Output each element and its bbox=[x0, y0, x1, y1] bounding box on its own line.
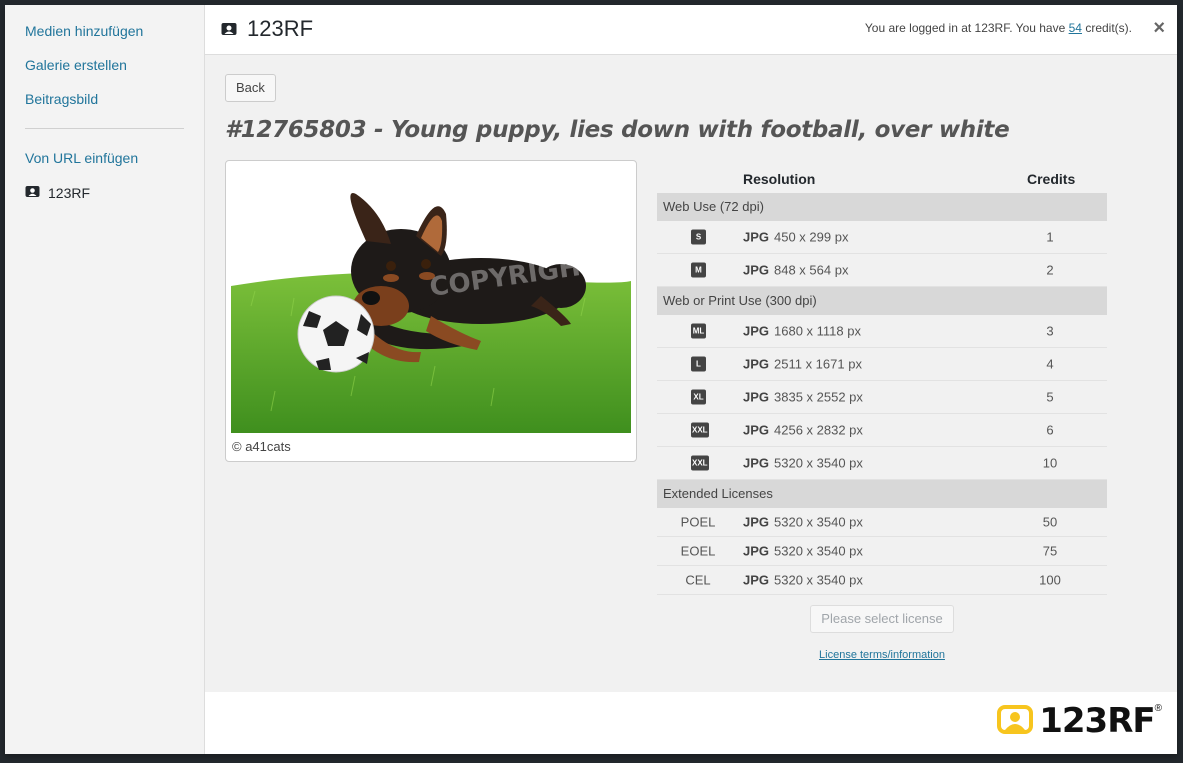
brand-wordmark: 123RF bbox=[1039, 701, 1155, 741]
table-row[interactable]: S JPG 450 x 299 px 1 bbox=[657, 221, 1107, 254]
modal-footer: 123RF ® bbox=[205, 692, 1177, 754]
format: JPG bbox=[743, 422, 770, 438]
table-row[interactable]: XL JPG 3835 x 2552 px 5 bbox=[657, 381, 1107, 414]
license-code: CEL bbox=[685, 572, 711, 588]
back-button[interactable]: Back bbox=[225, 74, 276, 102]
column-credits: Credits bbox=[1027, 171, 1076, 187]
format: JPG bbox=[743, 356, 770, 372]
column-resolution: Resolution bbox=[743, 171, 816, 187]
format: JPG bbox=[743, 514, 770, 530]
page-title: 123RF bbox=[221, 16, 313, 42]
resolution: 848 x 564 px bbox=[774, 262, 849, 278]
format: JPG bbox=[743, 323, 770, 339]
size-badge: S bbox=[691, 229, 706, 245]
credits: 6 bbox=[1046, 422, 1054, 438]
camera-icon bbox=[221, 16, 237, 42]
credits: 75 bbox=[1042, 543, 1058, 559]
table-row[interactable]: ML JPG 1680 x 1118 px 3 bbox=[657, 315, 1107, 348]
credits: 5 bbox=[1046, 389, 1054, 405]
table-header: Resolution Credits bbox=[657, 160, 1107, 193]
image-title: #12765803 - Young puppy, lies down with … bbox=[225, 117, 1010, 143]
table-row[interactable]: EOEL JPG 5320 x 3540 px 75 bbox=[657, 537, 1107, 566]
format: JPG bbox=[743, 543, 770, 559]
resolution: 5320 x 3540 px bbox=[774, 455, 863, 471]
resolution: 5320 x 3540 px bbox=[774, 572, 863, 588]
sidebar-item-add-media[interactable]: Medien hinzufügen bbox=[25, 23, 143, 39]
format: JPG bbox=[743, 389, 770, 405]
credits: 10 bbox=[1042, 455, 1058, 471]
credits: 3 bbox=[1046, 323, 1054, 339]
sidebar-item-123rf[interactable]: 123RF bbox=[25, 185, 90, 201]
resolution: 5320 x 3540 px bbox=[774, 543, 863, 559]
resolution: 1680 x 1118 px bbox=[774, 323, 861, 339]
brand-logo: 123RF ® bbox=[997, 701, 1162, 741]
size-badge: XXL bbox=[691, 422, 709, 438]
registered-mark: ® bbox=[1154, 703, 1162, 714]
license-table: Resolution Credits Web Use (72 dpi) S JP… bbox=[657, 160, 1107, 595]
sidebar-item-insert-from-url[interactable]: Von URL einfügen bbox=[25, 150, 138, 166]
close-icon[interactable]: × bbox=[1153, 17, 1165, 39]
format: JPG bbox=[743, 229, 770, 245]
media-sidebar: Medien hinzufügen Galerie erstellen Beit… bbox=[5, 5, 205, 754]
resolution: 450 x 299 px bbox=[774, 229, 849, 245]
table-row[interactable]: XXL JPG 5320 x 3540 px 10 bbox=[657, 447, 1107, 480]
group-print-use: Web or Print Use (300 dpi) bbox=[657, 287, 1107, 315]
credits: 100 bbox=[1039, 572, 1061, 588]
page-title-text: 123RF bbox=[247, 16, 314, 41]
license-code: EOEL bbox=[680, 543, 716, 559]
modal-header: 123RF You are logged in at 123RF. You ha… bbox=[205, 5, 1177, 55]
login-suffix: credit(s). bbox=[1081, 21, 1132, 35]
image-credit: © a41cats bbox=[232, 439, 291, 454]
sidebar-divider bbox=[25, 128, 184, 129]
credits: 2 bbox=[1046, 262, 1054, 278]
resolution: 5320 x 3540 px bbox=[774, 514, 863, 530]
table-row[interactable]: CEL JPG 5320 x 3540 px 100 bbox=[657, 566, 1107, 595]
license-terms-link[interactable]: License terms/information bbox=[815, 649, 949, 661]
camera-icon bbox=[997, 704, 1034, 739]
size-badge: XXL bbox=[691, 455, 709, 471]
format: JPG bbox=[743, 262, 770, 278]
resolution: 3835 x 2552 px bbox=[774, 389, 863, 405]
table-row[interactable]: XXL JPG 4256 x 2832 px 6 bbox=[657, 414, 1107, 447]
size-badge: M bbox=[691, 262, 706, 278]
table-row[interactable]: POEL JPG 5320 x 3540 px 50 bbox=[657, 508, 1107, 537]
size-badge: XL bbox=[691, 389, 706, 405]
credits: 4 bbox=[1046, 356, 1054, 372]
size-badge: ML bbox=[691, 323, 706, 339]
login-prefix: You are logged in at 123RF. You have bbox=[864, 21, 1069, 35]
format: JPG bbox=[743, 455, 770, 471]
group-web-use: Web Use (72 dpi) bbox=[657, 193, 1107, 221]
login-status: You are logged in at 123RF. You have 54 … bbox=[865, 21, 1132, 35]
camera-icon bbox=[25, 185, 40, 201]
image-preview-card: COPYRIGHT © a41cats bbox=[225, 160, 637, 462]
table-row[interactable]: L JPG 2511 x 1671 px 4 bbox=[657, 348, 1107, 381]
resolution: 2511 x 1671 px bbox=[774, 356, 862, 372]
credits: 50 bbox=[1042, 514, 1058, 530]
table-row[interactable]: M JPG 848 x 564 px 2 bbox=[657, 254, 1107, 287]
sidebar-item-create-gallery[interactable]: Galerie erstellen bbox=[25, 57, 127, 73]
puppy-photo: COPYRIGHT bbox=[231, 166, 631, 433]
select-license-button[interactable]: Please select license bbox=[810, 605, 954, 633]
size-badge: L bbox=[691, 356, 706, 372]
sidebar-item-featured-image[interactable]: Beitragsbild bbox=[25, 91, 98, 107]
license-code: POEL bbox=[680, 514, 716, 530]
group-extended-licenses: Extended Licenses bbox=[657, 480, 1107, 508]
credits-link[interactable]: 54 bbox=[1069, 21, 1082, 35]
resolution: 4256 x 2832 px bbox=[774, 422, 863, 438]
main-content: Back #12765803 - Young puppy, lies down … bbox=[205, 55, 1177, 692]
media-modal: Medien hinzufügen Galerie erstellen Beit… bbox=[5, 5, 1177, 754]
sidebar-item-label: 123RF bbox=[48, 185, 91, 201]
format: JPG bbox=[743, 572, 770, 588]
credits: 1 bbox=[1046, 229, 1054, 245]
